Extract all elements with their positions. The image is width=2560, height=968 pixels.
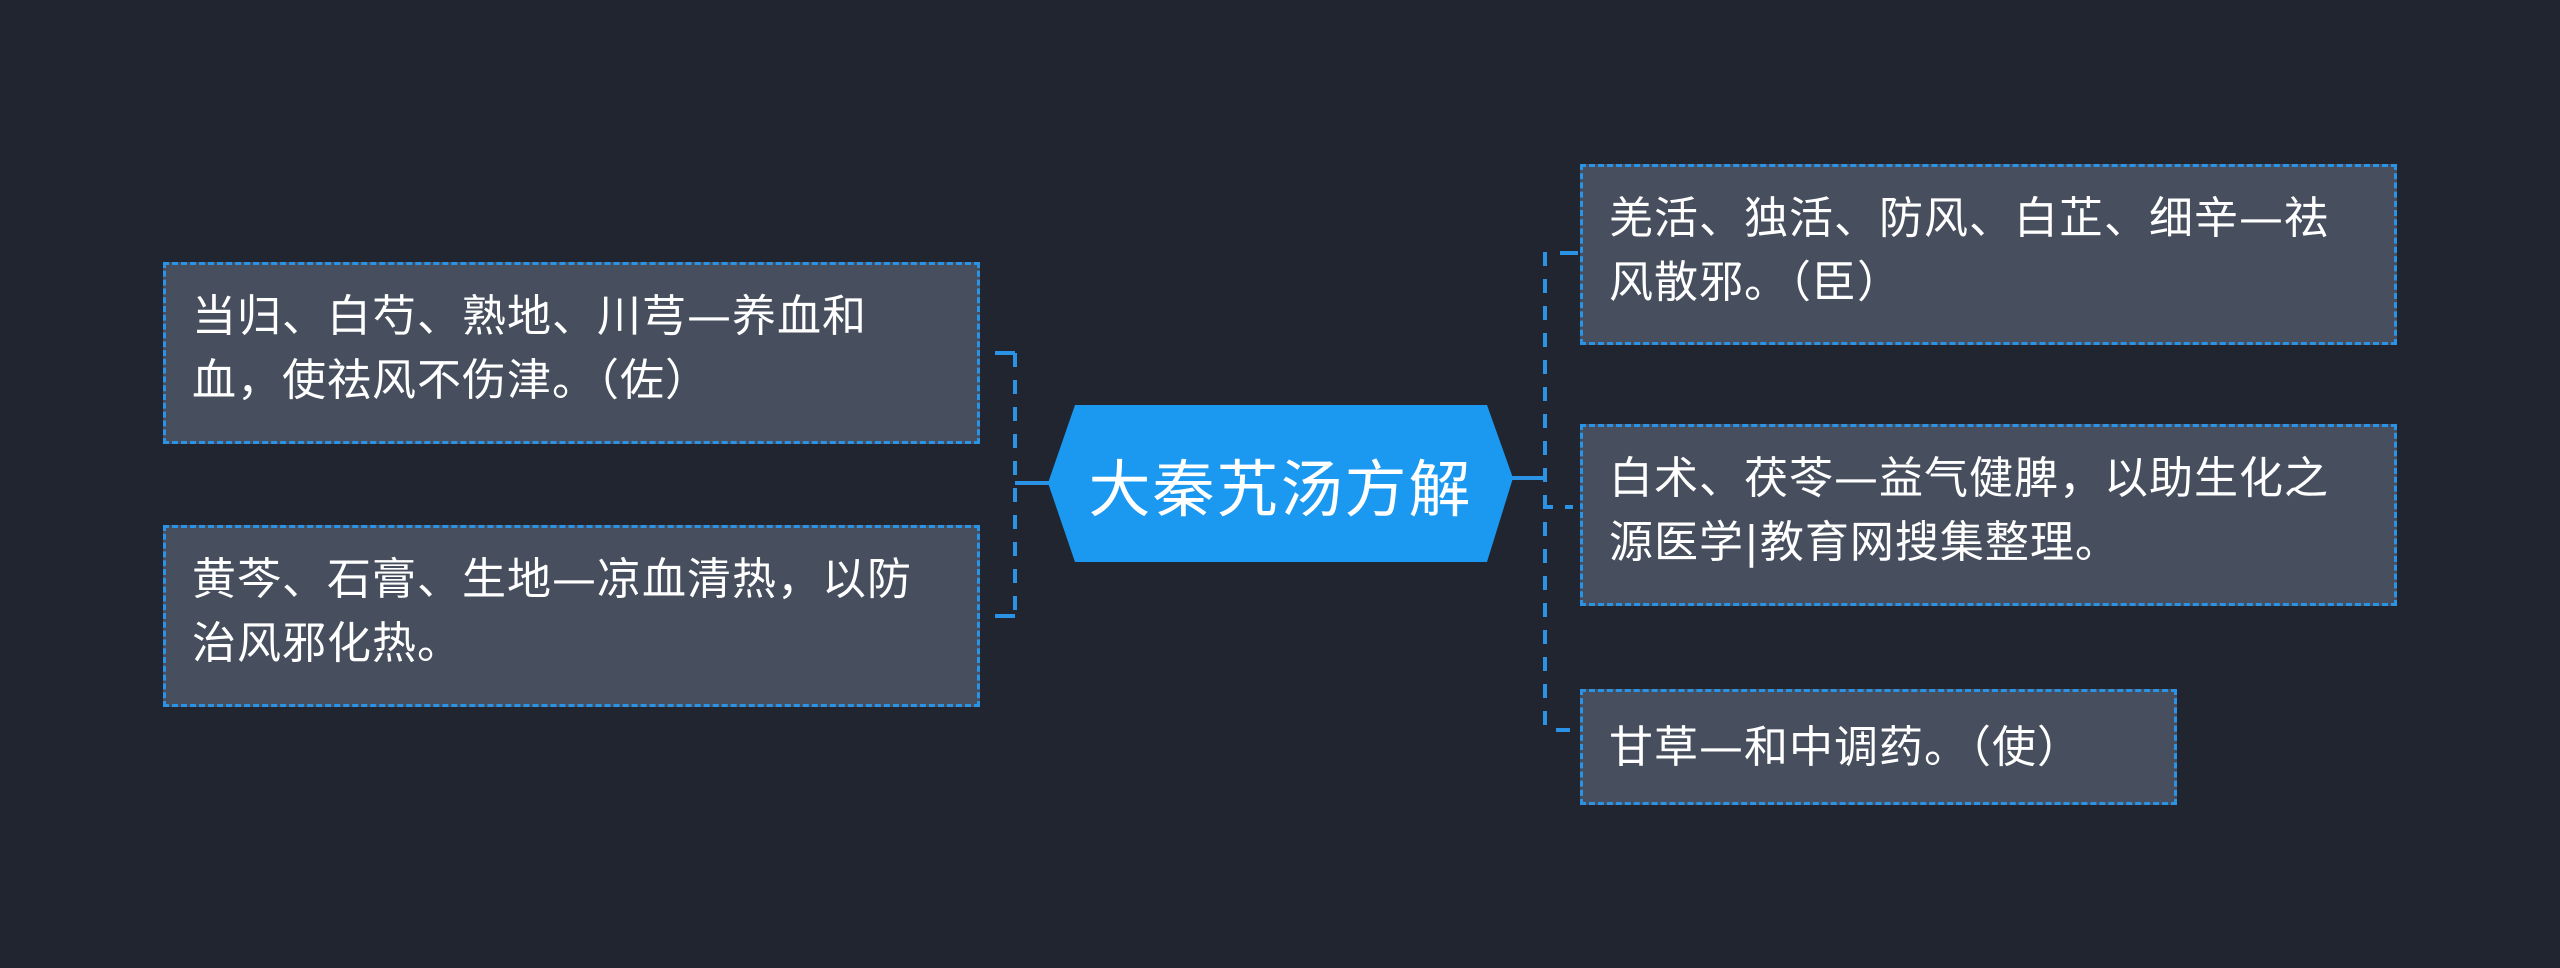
node-text: 白术、茯苓—益气健脾，以助生化之源医学|教育网搜集整理。: [1609, 453, 2329, 568]
root-node[interactable]: 大秦艽汤方解: [1048, 405, 1513, 562]
left-node-1[interactable]: 当归、白芍、熟地、川芎—养血和血，使祛风不伤津。（佐）: [163, 262, 980, 444]
node-text: 羌活、独活、防风、白芷、细辛—祛风散邪。（臣）: [1609, 193, 2329, 308]
node-text: 甘草—和中调药。（使）: [1609, 722, 2082, 773]
node-text: 当归、白芍、熟地、川芎—养血和血，使祛风不伤津。（佐）: [192, 291, 867, 406]
right-node-1[interactable]: 羌活、独活、防风、白芷、细辛—祛风散邪。（臣）: [1580, 164, 2397, 345]
right-node-2[interactable]: 白术、茯苓—益气健脾，以助生化之源医学|教育网搜集整理。: [1580, 424, 2397, 606]
root-title: 大秦艽汤方解: [1088, 452, 1473, 526]
node-text: 黄芩、石膏、生地—凉血清热，以防治风邪化热。: [192, 554, 912, 669]
right-node-3[interactable]: 甘草—和中调药。（使）: [1580, 689, 2177, 805]
left-node-2[interactable]: 黄芩、石膏、生地—凉血清热，以防治风邪化热。: [163, 525, 980, 707]
